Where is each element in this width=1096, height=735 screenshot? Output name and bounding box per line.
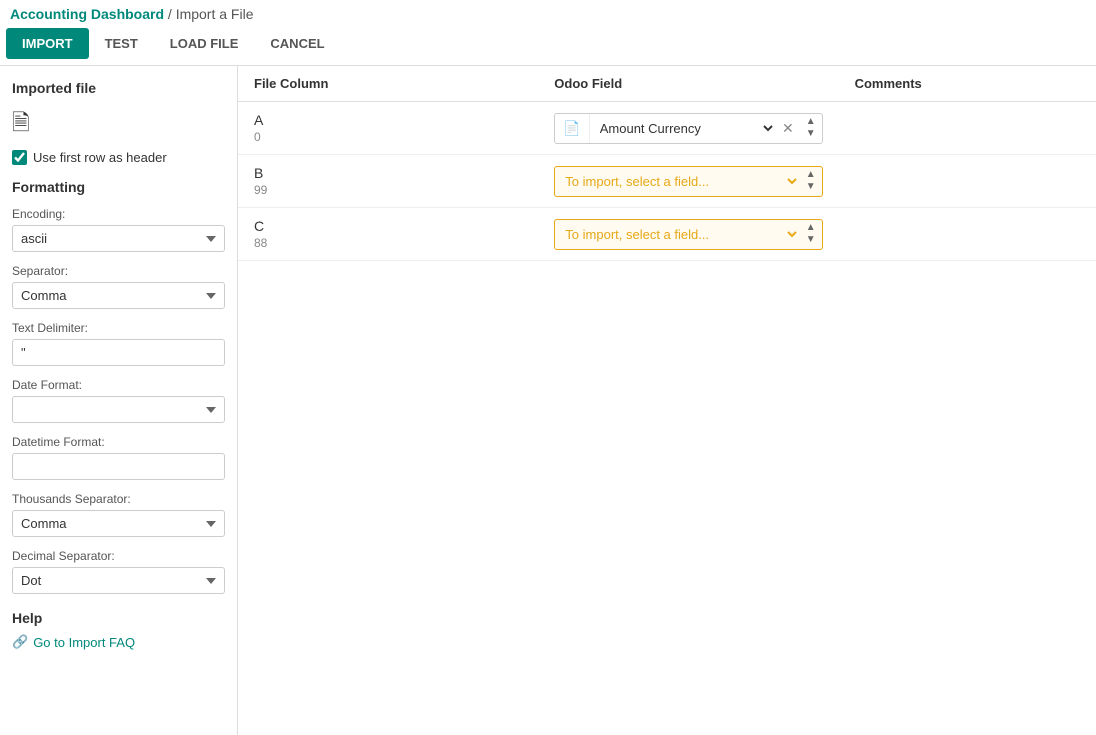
content-area: File Column Odoo Field Comments A 0 📄 Am… [238,66,1096,735]
table-header: File Column Odoo Field Comments [238,66,1096,102]
text-delimiter-group: Text Delimiter: [12,321,225,366]
header-row: File Column Odoo Field Comments [238,66,1096,102]
encoding-wrapper: ascii [12,225,225,252]
decimal-separator-select[interactable]: Dot [12,567,225,594]
comments-col-1 [839,155,1096,208]
separator-select[interactable]: Comma [12,282,225,309]
clear-field-button[interactable]: ✕ [776,114,800,143]
imported-file-title: Imported file [12,80,225,96]
test-button[interactable]: TEST [89,28,154,59]
date-format-select[interactable] [12,396,225,423]
encoding-label: Encoding: [12,207,225,221]
thousands-separator-group: Thousands Separator: Comma [12,492,225,537]
breadcrumb: Accounting Dashboard / Import a File [0,0,1096,28]
main-layout: Imported file 🗎 Use first row as header … [0,65,1096,735]
load-file-button[interactable]: LOAD FILE [154,28,255,59]
help-link-label: Go to Import FAQ [33,635,135,650]
breadcrumb-separator: / [164,6,176,22]
odoo-field-select[interactable]: Amount Currency [590,114,776,143]
help-link[interactable]: 🔗 Go to Import FAQ [12,634,225,650]
thousands-separator-select[interactable]: Comma [12,510,225,537]
spinner-button[interactable]: ▲▼ [800,114,822,142]
file-col-1: B 99 [238,155,538,208]
odoo-field-wrapper: To import, select a field... ▲▼ [554,166,822,197]
toolbar: IMPORT TEST LOAD FILE CANCEL [0,28,1096,65]
sidebar: Imported file 🗎 Use first row as header … [0,66,238,735]
file-col-0: A 0 [238,102,538,155]
separator-group: Separator: Comma [12,264,225,309]
spinner-button[interactable]: ▲▼ [800,220,822,248]
table-row: C 88 To import, select a field... ▲▼ [238,208,1096,261]
col-value: 88 [254,236,522,250]
odoo-field-select[interactable]: To import, select a field... [555,220,799,249]
external-link-icon: 🔗 [12,634,28,650]
col-file-header: File Column [238,66,538,102]
col-letter: A [254,112,522,128]
file-col-2: C 88 [238,208,538,261]
col-value: 99 [254,183,522,197]
thousands-separator-label: Thousands Separator: [12,492,225,506]
separator-wrapper: Comma [12,282,225,309]
datetime-format-input[interactable] [12,453,225,480]
app-link[interactable]: Accounting Dashboard [10,6,164,22]
col-comments-header: Comments [839,66,1096,102]
thousands-separator-wrapper: Comma [12,510,225,537]
odoo-col-2: To import, select a field... ▲▼ [538,208,838,261]
datetime-format-group: Datetime Format: [12,435,225,480]
text-delimiter-input[interactable] [12,339,225,366]
col-letter: C [254,218,522,234]
cancel-button[interactable]: CANCEL [254,28,340,59]
table-body: A 0 📄 Amount Currency ✕ ▲▼ B 99 To impor… [238,102,1096,261]
comments-col-2 [839,208,1096,261]
use-first-row-label: Use first row as header [33,150,167,165]
field-doc-icon: 📄 [555,114,589,143]
comments-col-0 [839,102,1096,155]
decimal-separator-wrapper: Dot [12,567,225,594]
odoo-col-0: 📄 Amount Currency ✕ ▲▼ [538,102,838,155]
encoding-select[interactable]: ascii [12,225,225,252]
datetime-format-label: Datetime Format: [12,435,225,449]
text-delimiter-label: Text Delimiter: [12,321,225,335]
date-format-group: Date Format: [12,378,225,423]
table-row: A 0 📄 Amount Currency ✕ ▲▼ [238,102,1096,155]
import-table: File Column Odoo Field Comments A 0 📄 Am… [238,66,1096,261]
encoding-group: Encoding: ascii [12,207,225,252]
use-first-row-row: Use first row as header [12,150,225,165]
table-row: B 99 To import, select a field... ▲▼ [238,155,1096,208]
page-title: Import a File [176,6,254,22]
use-first-row-checkbox[interactable] [12,150,27,165]
file-icon: 🗎 [12,106,225,144]
col-value: 0 [254,130,522,144]
decimal-separator-label: Decimal Separator: [12,549,225,563]
odoo-field-select[interactable]: To import, select a field... [555,167,799,196]
odoo-field-wrapper: 📄 Amount Currency ✕ ▲▼ [554,113,822,144]
separator-label: Separator: [12,264,225,278]
odoo-field-wrapper: To import, select a field... ▲▼ [554,219,822,250]
odoo-col-1: To import, select a field... ▲▼ [538,155,838,208]
col-odoo-header: Odoo Field [538,66,838,102]
formatting-title: Formatting [12,179,225,195]
import-button[interactable]: IMPORT [6,28,89,59]
date-format-wrapper [12,396,225,423]
col-letter: B [254,165,522,181]
date-format-label: Date Format: [12,378,225,392]
decimal-separator-group: Decimal Separator: Dot [12,549,225,594]
spinner-button[interactable]: ▲▼ [800,167,822,195]
help-title: Help [12,610,225,626]
